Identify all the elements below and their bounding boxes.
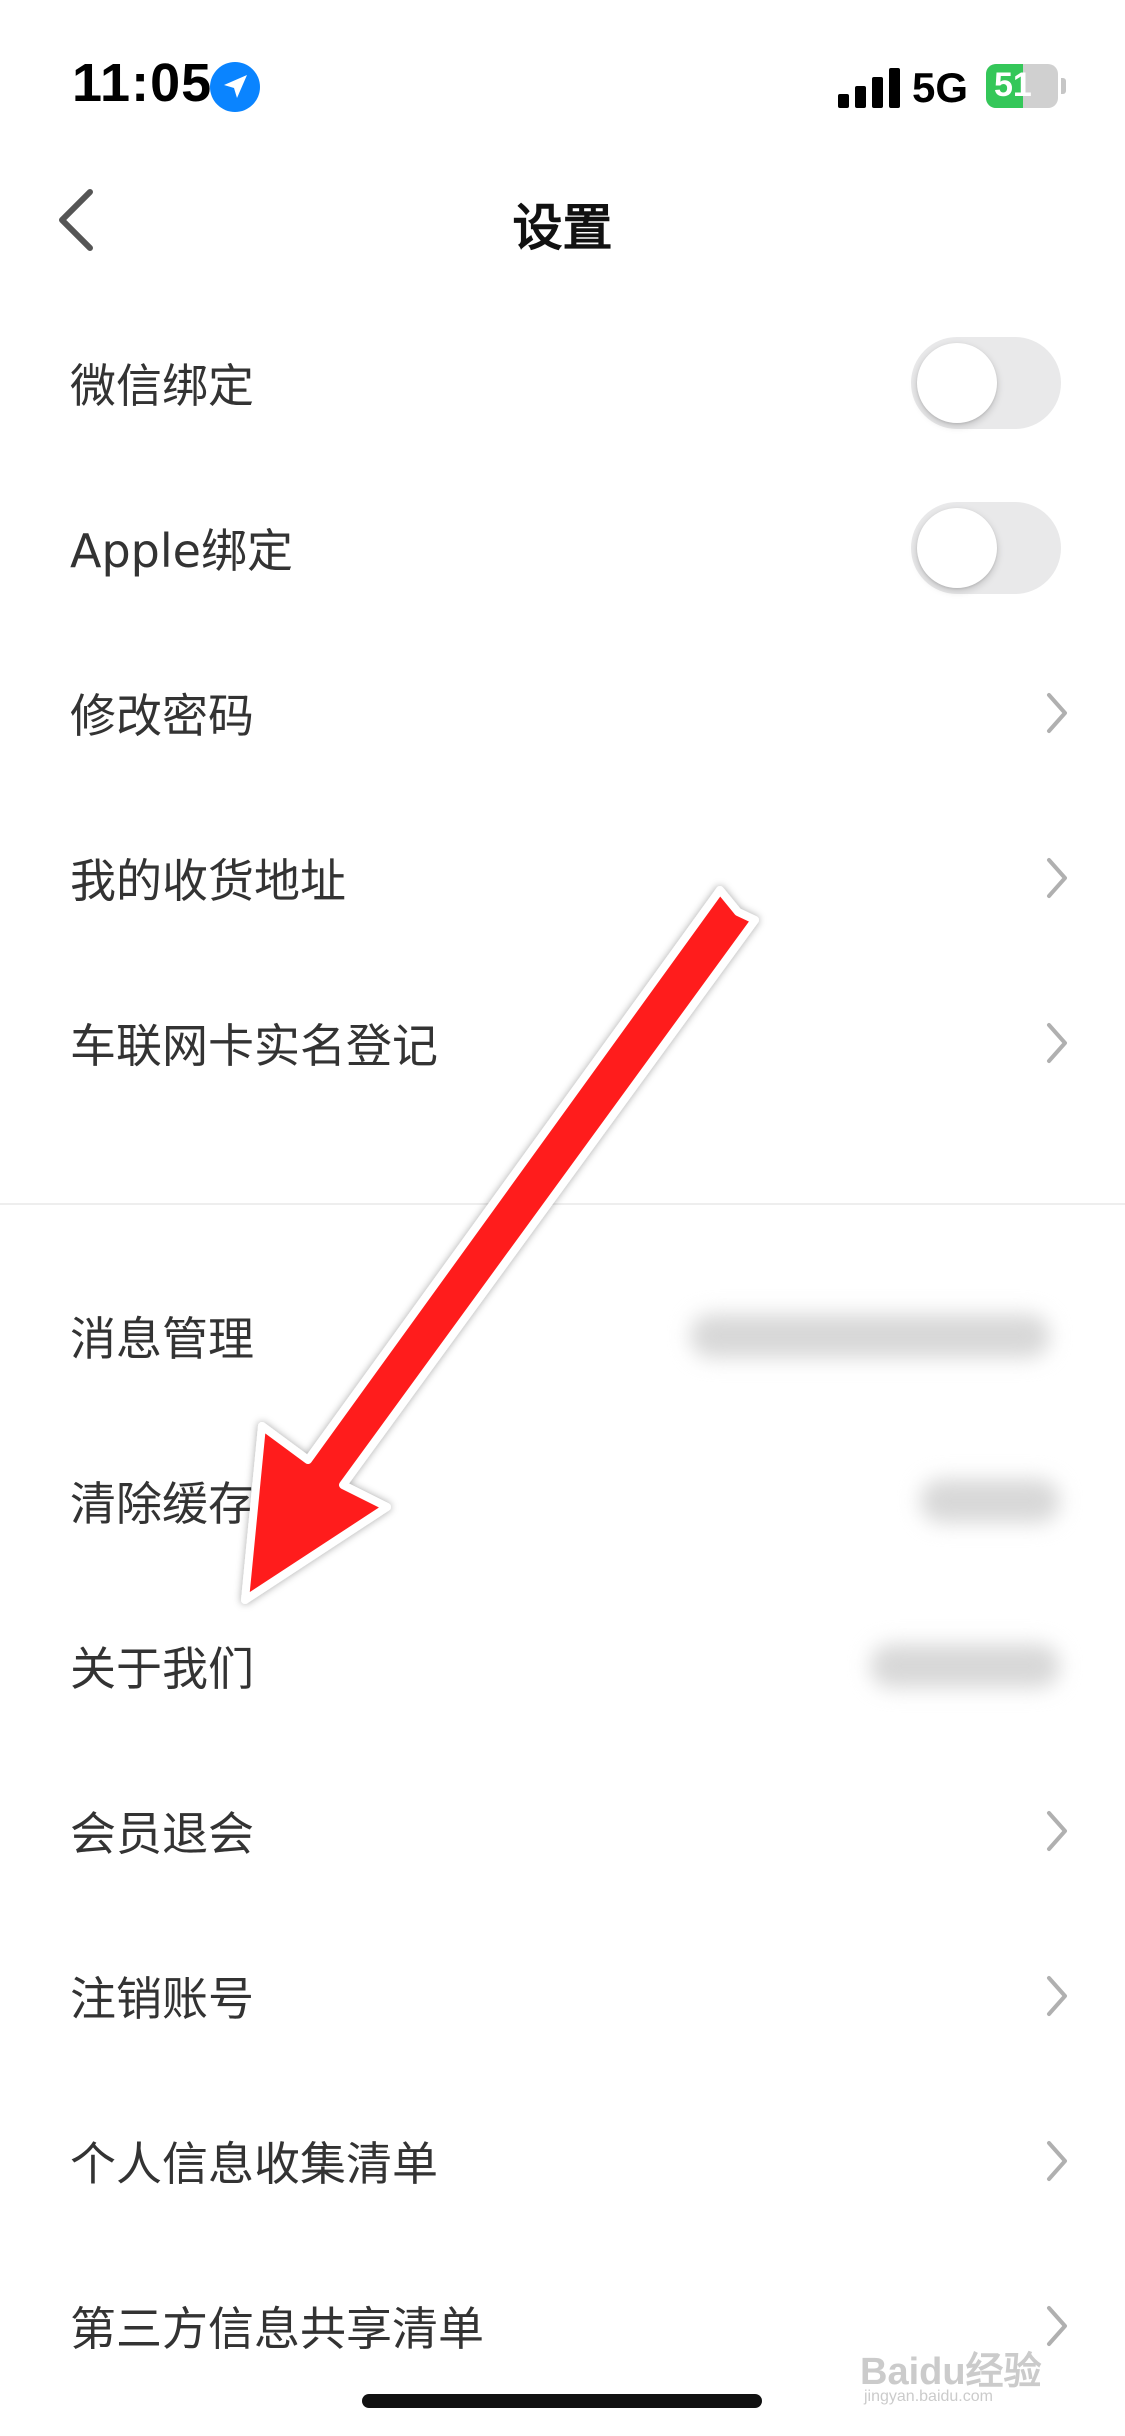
settings-row[interactable]: 我的收货地址 [0, 795, 1125, 960]
signal-bars-icon [838, 68, 900, 108]
watermark-sub: jingyan.baidu.com [864, 2388, 993, 2405]
chevron-right-icon [1047, 1810, 1067, 1851]
toggle-switch[interactable] [911, 501, 1061, 594]
toggle-knob [917, 342, 997, 423]
settings-row[interactable]: 清除缓存 [0, 1418, 1125, 1583]
watermark-logo: Baidu经验 jingyan.baidu.com [860, 2330, 1080, 2410]
chevron-right-icon [1047, 1022, 1067, 1063]
battery-icon: 51 [986, 64, 1066, 108]
toggle-knob [917, 507, 997, 588]
battery-level: 51 [994, 66, 1032, 104]
chevron-right-icon [1047, 692, 1067, 733]
settings-row[interactable]: 车联网卡实名登记 [0, 960, 1125, 1125]
settings-row-label: 我的收货地址 [70, 853, 346, 908]
settings-row-label: 消息管理 [70, 1311, 254, 1366]
settings-row[interactable]: 个人信息收集清单 [0, 2078, 1125, 2243]
toggle-switch[interactable] [911, 336, 1061, 429]
settings-row[interactable]: 注销账号 [0, 1913, 1125, 2078]
status-time: 11:05 [72, 53, 213, 113]
chevron-right-icon [1047, 857, 1067, 898]
blurred-value [920, 1478, 1060, 1523]
settings-row-label: 第三方信息共享清单 [70, 2301, 484, 2356]
settings-row[interactable]: 微信绑定 [0, 300, 1125, 465]
settings-row-label: 个人信息收集清单 [70, 2136, 438, 2191]
settings-row-label: 修改密码 [70, 688, 254, 743]
chevron-right-icon [1047, 2140, 1067, 2181]
settings-row-label: 车联网卡实名登记 [70, 1018, 438, 1073]
home-indicator[interactable] [362, 2394, 762, 2408]
location-arrow-icon [210, 62, 260, 112]
settings-row-label: 注销账号 [70, 1971, 254, 2026]
chevron-right-icon [1047, 1975, 1067, 2016]
nav-bar: 设置 [0, 160, 1125, 280]
page-title: 设置 [512, 199, 613, 257]
settings-row[interactable]: 修改密码 [0, 630, 1125, 795]
blurred-value [690, 1313, 1050, 1358]
settings-row-label: 关于我们 [70, 1641, 254, 1696]
settings-row[interactable]: 会员退会 [0, 1748, 1125, 1913]
settings-row-label: 微信绑定 [70, 358, 254, 413]
section-divider [0, 1203, 1125, 1205]
settings-row[interactable]: 消息管理 [0, 1253, 1125, 1418]
watermark-text: Baidu经验 [860, 2351, 1042, 2393]
settings-row[interactable]: 关于我们 [0, 1583, 1125, 1748]
settings-row[interactable]: Apple绑定 [0, 465, 1125, 630]
settings-row-label: 会员退会 [70, 1806, 254, 1861]
blurred-value [870, 1643, 1060, 1688]
network-type: 5G [912, 64, 969, 111]
settings-row-label: Apple绑定 [70, 523, 293, 578]
settings-row-label: 清除缓存 [70, 1476, 254, 1531]
status-bar: 11:05 5G 51 [0, 0, 1125, 180]
